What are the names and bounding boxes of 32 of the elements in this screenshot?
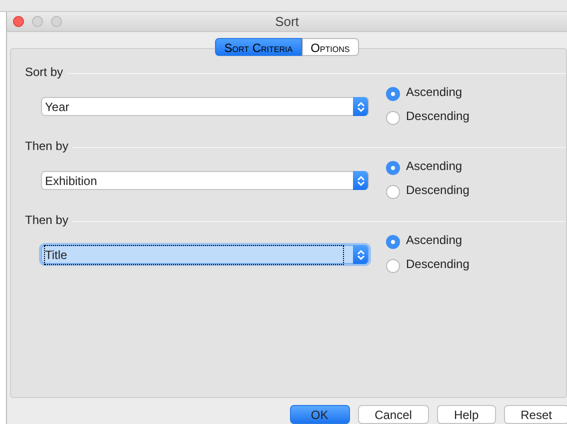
- tab[interactable]: Options: [302, 38, 359, 56]
- dropdown-value: Year: [45, 98, 70, 116]
- radio-button[interactable]: [386, 259, 400, 273]
- group-label: Then by: [25, 212, 68, 229]
- tab[interactable]: Sort Criteria: [215, 38, 302, 56]
- stepper-icon: [356, 100, 364, 112]
- dialog-button[interactable]: Help: [436, 405, 496, 424]
- dialog-button[interactable]: Cancel: [358, 405, 429, 424]
- radio-label: Ascending: [406, 232, 462, 249]
- stepper-icon: [356, 248, 364, 260]
- dialog-button[interactable]: Reset: [504, 405, 567, 424]
- minimize-icon[interactable]: [32, 16, 43, 27]
- dialog-button[interactable]: OK: [290, 405, 350, 424]
- stepper-icon: [356, 174, 364, 186]
- radio-label: Ascending: [406, 158, 462, 175]
- radio-button[interactable]: [386, 161, 400, 175]
- window-title: Sort: [275, 12, 299, 31]
- group-label: Sort by: [25, 64, 64, 81]
- radio-button[interactable]: [386, 87, 400, 101]
- radio-button[interactable]: [386, 185, 400, 199]
- radio-button[interactable]: [386, 235, 400, 249]
- zoom-icon[interactable]: [51, 16, 62, 27]
- group-label: Then by: [25, 138, 68, 155]
- radio-label: Ascending: [406, 84, 462, 101]
- radio-label: Descending: [406, 256, 470, 273]
- dropdown-value: Exhibition: [45, 172, 98, 190]
- radio-button[interactable]: [386, 111, 400, 125]
- radio-label: Descending: [406, 182, 470, 199]
- dropdown[interactable]: Exhibition: [41, 171, 369, 190]
- radio-label: Descending: [406, 108, 470, 125]
- dropdown[interactable]: Year: [41, 97, 369, 116]
- close-icon[interactable]: [13, 16, 24, 27]
